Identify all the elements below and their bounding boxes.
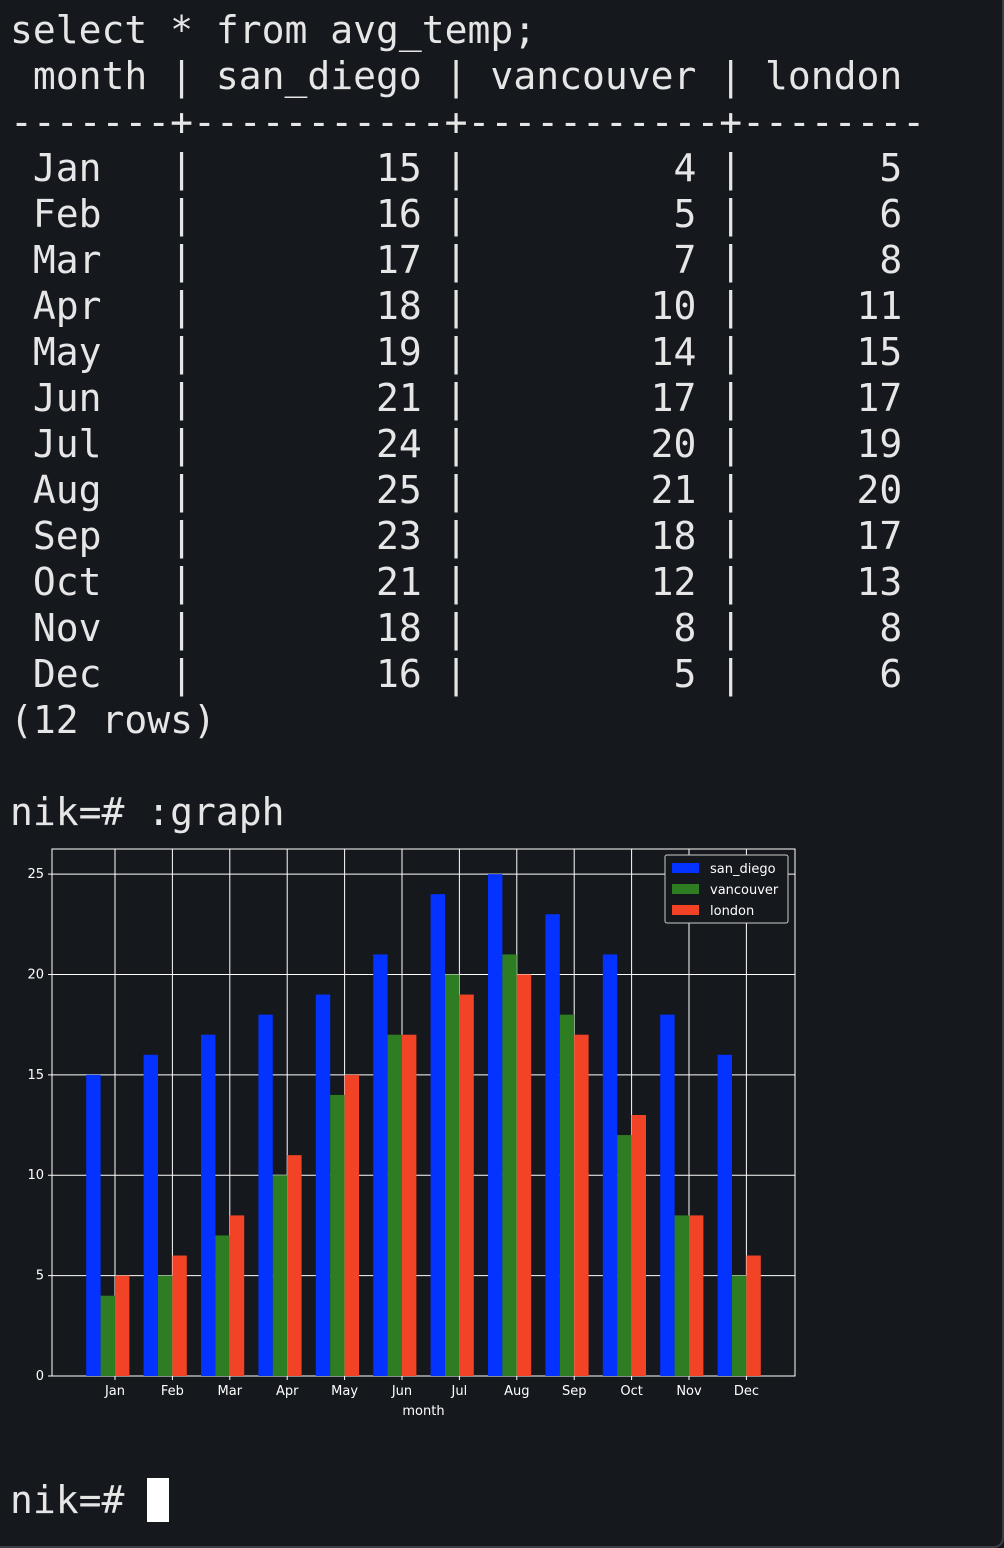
y-tick-label: 15 xyxy=(27,1068,44,1083)
bar-san_diego xyxy=(602,954,618,1376)
x-tick-label: Jul xyxy=(451,1384,468,1399)
bar-san_diego xyxy=(315,994,331,1376)
x-tick-label: Sep xyxy=(562,1384,587,1399)
y-tick-label: 25 xyxy=(27,867,44,882)
bar-san_diego xyxy=(373,954,388,1376)
bar-san_diego xyxy=(717,1054,732,1376)
x-tick-label: Aug xyxy=(504,1384,529,1399)
bar-vancouver xyxy=(445,974,460,1376)
x-tick-label: Jun xyxy=(391,1384,412,1399)
result-row: Aug | 25 | 21 | 20 xyxy=(10,468,903,512)
result-row: Feb | 16 | 5 | 6 xyxy=(10,192,903,236)
x-tick-label: Oct xyxy=(620,1384,642,1399)
bar-vancouver xyxy=(502,954,517,1376)
terminal-window[interactable]: select * from avg_temp; month | san_dieg… xyxy=(0,0,1004,1548)
bar-london xyxy=(229,1215,245,1376)
y-tick-label: 20 xyxy=(27,967,44,982)
bar-vancouver xyxy=(100,1295,115,1376)
legend-swatch-san_diego xyxy=(672,863,699,873)
bar-london xyxy=(631,1115,646,1376)
result-row: Jul | 24 | 20 | 19 xyxy=(10,422,903,466)
legend-swatch-vancouver xyxy=(672,884,699,894)
bar-vancouver xyxy=(272,1175,288,1376)
result-row: Jan | 15 | 4 | 5 xyxy=(10,146,903,190)
legend-label-vancouver: vancouver xyxy=(710,883,779,898)
result-row: Nov | 18 | 8 | 8 xyxy=(10,606,903,650)
bar-vancouver xyxy=(158,1275,173,1376)
x-tick-label: Apr xyxy=(276,1384,299,1399)
bar-vancouver xyxy=(387,1034,402,1376)
bar-san_diego xyxy=(545,914,560,1376)
y-tick-label: 0 xyxy=(36,1369,44,1384)
x-tick-label: Feb xyxy=(161,1384,184,1399)
bar-london xyxy=(172,1255,187,1376)
bar-vancouver xyxy=(617,1135,632,1376)
bar-vancouver xyxy=(215,1235,230,1376)
result-header-line: month | san_diego | vancouver | london xyxy=(10,54,903,98)
bar-san_diego xyxy=(143,1054,158,1376)
result-row: Dec | 16 | 5 | 6 xyxy=(10,652,903,696)
y-tick-label: 10 xyxy=(27,1168,44,1183)
result-row: Sep | 23 | 18 | 17 xyxy=(10,514,903,558)
bar-san_diego xyxy=(488,874,503,1376)
y-tick-label: 5 xyxy=(36,1269,44,1284)
result-row: May | 19 | 14 | 15 xyxy=(10,330,903,374)
bar-london xyxy=(402,1034,417,1376)
bar-vancouver xyxy=(559,1014,575,1376)
prompt-text: nik=# xyxy=(10,1478,148,1522)
result-row: Apr | 18 | 10 | 11 xyxy=(10,284,903,328)
bar-london xyxy=(459,994,474,1376)
x-tick-label: Jan xyxy=(104,1384,125,1399)
bar-vancouver xyxy=(330,1094,345,1376)
bar-san_diego xyxy=(201,1034,216,1376)
bar-san_diego xyxy=(660,1014,675,1376)
bar-london xyxy=(287,1155,302,1376)
result-row: Jun | 21 | 17 | 17 xyxy=(10,376,903,420)
x-tick-label: Dec xyxy=(734,1384,759,1399)
bar-chart: 0 5 10 15 20 25 Jan Feb Mar Apr May Jun Jul Aug Sep Oct… xyxy=(27,848,796,1419)
sql-query-line: select * from avg_temp; xyxy=(10,8,537,52)
bar-san_diego xyxy=(86,1074,101,1376)
bar-london xyxy=(115,1275,130,1376)
result-row: Mar | 17 | 7 | 8 xyxy=(10,238,903,282)
x-tick-label: Mar xyxy=(218,1384,243,1399)
graph-command-line: nik=# :graph xyxy=(10,790,285,834)
result-row: Oct | 21 | 12 | 13 xyxy=(10,560,903,604)
bar-san_diego xyxy=(258,1014,273,1376)
bar-vancouver xyxy=(732,1275,747,1376)
bar-london xyxy=(746,1255,761,1376)
row-count-line: (12 rows) xyxy=(10,698,216,742)
legend-label-london: london xyxy=(710,904,754,919)
x-axis-label: month xyxy=(402,1404,444,1419)
legend-swatch-london xyxy=(672,905,699,915)
bar-london xyxy=(574,1034,589,1376)
bar-london xyxy=(689,1215,704,1376)
bar-vancouver xyxy=(674,1215,689,1376)
bar-san_diego xyxy=(430,894,445,1376)
legend-label-san_diego: san_diego xyxy=(710,862,776,877)
x-tick-label: May xyxy=(331,1384,358,1399)
result-separator-line: -------+-----------+-----------+-------- xyxy=(10,100,926,144)
text-cursor xyxy=(147,1478,170,1522)
x-tick-label: Nov xyxy=(676,1384,702,1399)
bar-london xyxy=(344,1074,359,1376)
bar-london xyxy=(516,974,532,1376)
command-prompt[interactable]: nik=# xyxy=(10,1477,170,1523)
